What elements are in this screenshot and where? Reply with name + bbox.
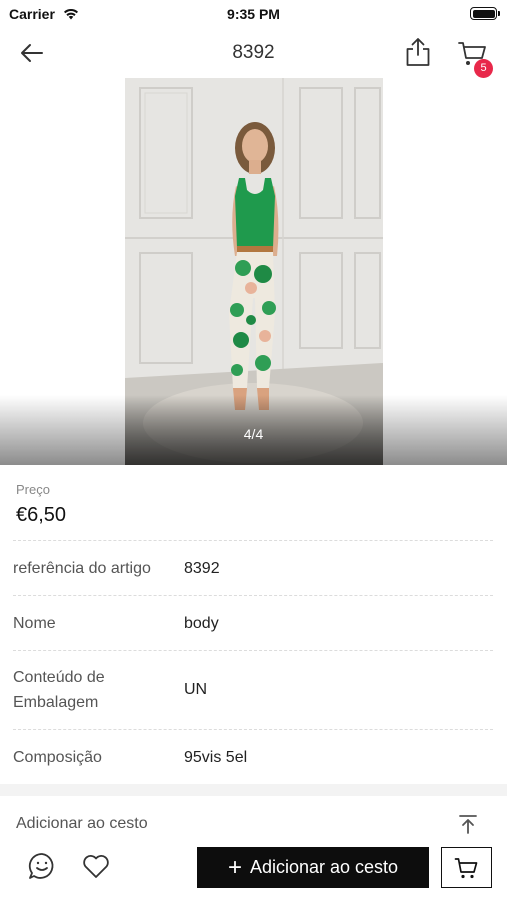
price-label: Preço xyxy=(16,482,50,497)
attribute-row: Composição 95vis 5el xyxy=(13,729,493,784)
attribute-value: UN xyxy=(184,681,208,698)
cart-count-badge: 5 xyxy=(474,59,493,78)
price-section: Preço €6,50 xyxy=(0,465,507,540)
attribute-key: Composição xyxy=(13,749,102,766)
status-bar: Carrier 9:35 PM xyxy=(0,0,507,28)
chat-icon[interactable] xyxy=(27,851,57,881)
bottom-action-bar: + Adicionar ao cesto xyxy=(0,838,507,900)
attributes-list: referência do artigo 8392 Nome body Cont… xyxy=(0,540,507,784)
product-image-gallery[interactable]: 4/4 xyxy=(0,78,507,465)
heart-icon[interactable] xyxy=(82,853,110,879)
navigation-bar: 8392 5 xyxy=(0,28,507,78)
attribute-value: 95vis 5el xyxy=(184,749,248,766)
attribute-key: referência do artigo xyxy=(13,560,151,577)
attribute-value: body xyxy=(184,615,219,632)
go-to-cart-button[interactable] xyxy=(441,847,492,888)
cart-icon xyxy=(454,857,477,878)
clock: 9:35 PM xyxy=(227,6,280,22)
attribute-value: 8392 xyxy=(184,560,220,577)
add-to-cart-section-title: Adicionar ao cesto xyxy=(16,815,148,832)
add-to-cart-button[interactable]: + Adicionar ao cesto xyxy=(197,847,429,888)
share-icon[interactable] xyxy=(404,36,432,68)
attribute-row: Nome body xyxy=(13,595,493,650)
attribute-row: referência do artigo 8392 xyxy=(13,540,493,595)
back-arrow-icon[interactable] xyxy=(18,39,46,67)
battery-icon xyxy=(470,7,500,20)
attribute-key: Conteúdo de Embalagem xyxy=(13,669,105,711)
attribute-row: Conteúdo de Embalagem UN xyxy=(13,650,493,729)
image-counter: 4/4 xyxy=(243,426,264,442)
plus-icon: + xyxy=(227,853,242,881)
price-value: €6,50 xyxy=(16,504,67,526)
scroll-top-icon[interactable] xyxy=(457,813,479,835)
section-divider xyxy=(0,784,507,796)
add-to-cart-button-label: Adicionar ao cesto xyxy=(249,857,399,877)
attribute-key: Nome xyxy=(13,615,56,632)
